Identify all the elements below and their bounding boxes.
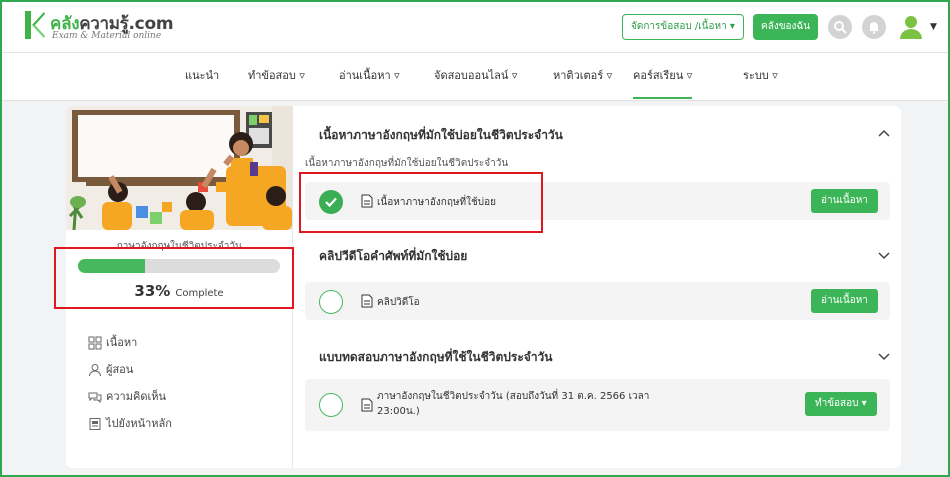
comments-icon <box>88 392 102 404</box>
lesson-label-3-line2: 23:00น.) <box>377 406 420 417</box>
nav-item-find-tutor[interactable]: หาติวเตอร์ ▿ <box>553 53 612 99</box>
course-progress-fill <box>78 259 145 273</box>
lesson-row-1[interactable]: เนื้อหาภาษาอังกฤษที่ใช้บ่อย อ่านเนื้อหา <box>305 182 890 220</box>
course-title: ภาษาอังกฤษในชีวิตประจำวัน <box>116 241 242 252</box>
user-avatar-icon[interactable] <box>898 13 924 39</box>
search-button[interactable] <box>828 15 852 39</box>
side-menu-content[interactable]: เนื้อหา <box>88 335 137 351</box>
top-bar: คลังความรู้.com Exam & Material online จ… <box>2 2 948 53</box>
incomplete-circle-icon <box>319 393 343 417</box>
grid-icon <box>88 336 102 350</box>
read-content-button-2[interactable]: อ่านเนื้อหา <box>811 289 878 313</box>
section-title-3[interactable]: แบบทดสอบภาษาอังกฤษที่ใช้ในชีวิตประจำวัน <box>319 348 553 367</box>
logo-mark-icon <box>25 11 45 39</box>
progress-label: Complete <box>175 288 224 299</box>
side-menu-home-label: ไปยังหน้าหลัก <box>106 417 172 430</box>
home-page-icon <box>89 418 101 430</box>
nav-item-courses[interactable]: คอร์สเรียน ▿ <box>633 53 693 99</box>
section-title-1[interactable]: เนื้อหาภาษาอังกฤษที่มักใช้บ่อยในชีวิตประ… <box>319 126 563 145</box>
main-nav: แนะนำ ทำข้อสอบ ▿ อ่านเนื้อหา ▿ จัดสอบออน… <box>2 53 948 101</box>
lesson-label-2: คลิปวิดีโอ <box>377 297 420 308</box>
course-progress-bar <box>78 259 280 273</box>
side-menu-instructor-label: ผู้สอน <box>106 363 134 376</box>
course-cover-image <box>66 106 292 230</box>
lesson-label-1: เนื้อหาภาษาอังกฤษที่ใช้บ่อย <box>377 197 496 208</box>
search-icon <box>834 21 847 34</box>
progress-summary: 33% Complete <box>66 281 292 300</box>
nav-item-recommend[interactable]: แนะนำ <box>185 53 219 99</box>
side-menu-home[interactable]: ไปยังหน้าหลัก <box>88 416 172 432</box>
side-menu-comments-label: ความคิดเห็น <box>106 390 166 403</box>
side-menu-comments[interactable]: ความคิดเห็น <box>88 389 166 405</box>
nav-item-read-content[interactable]: อ่านเนื้อหา ▿ <box>339 53 400 99</box>
course-content-panel: เนื้อหาภาษาอังกฤษที่มักใช้บ่อยในชีวิตประ… <box>292 106 901 468</box>
chevron-up-icon[interactable] <box>878 128 890 140</box>
progress-percent: 33% <box>134 282 171 300</box>
completed-check-icon <box>319 190 343 214</box>
nav-item-online-exam[interactable]: จัดสอบออนไลน์ ▿ <box>434 53 517 99</box>
side-menu-instructor[interactable]: ผู้สอน <box>88 362 133 378</box>
chevron-down-icon[interactable] <box>878 350 890 362</box>
nav-item-system[interactable]: ระบบ ▿ <box>743 53 778 99</box>
site-logo[interactable]: คลังความรู้.com Exam & Material online <box>24 10 184 46</box>
lesson-label-3: ภาษาอังกฤษในชีวิตประจำวัน (สอบถึงวันที่ … <box>377 389 649 419</box>
section-subtitle-1: เนื้อหาภาษาอังกฤษที่มักใช้บ่อยในชีวิตประ… <box>305 158 509 169</box>
document-icon <box>361 194 373 208</box>
lesson-label-3-line1: ภาษาอังกฤษในชีวิตประจำวัน (สอบถึงวันที่ … <box>377 391 650 402</box>
person-icon <box>89 364 101 377</box>
lesson-row-2[interactable]: คลิปวิดีโอ อ่านเนื้อหา <box>305 282 890 320</box>
incomplete-circle-icon <box>319 290 343 314</box>
section-title-2[interactable]: คลิปวีดีโอคำศัพท์ที่มักใช้บ่อย <box>319 247 467 266</box>
bell-icon <box>869 22 879 34</box>
chevron-down-icon[interactable] <box>878 249 890 261</box>
notification-button[interactable] <box>862 15 886 39</box>
user-menu-caret-icon[interactable]: ▼ <box>930 22 937 32</box>
manage-exam-content-button[interactable]: จัดการข้อสอบ /เนื้อหา ▾ <box>622 14 744 40</box>
side-menu-content-label: เนื้อหา <box>106 336 138 349</box>
course-sidebar: ภาษาอังกฤษในชีวิตประจำวัน 33% Complete เ… <box>66 106 292 468</box>
document-icon <box>361 398 373 412</box>
logo-subtitle: Exam & Material online <box>52 31 162 41</box>
document-icon <box>361 294 373 308</box>
lesson-row-3[interactable]: ภาษาอังกฤษในชีวิตประจำวัน (สอบถึงวันที่ … <box>305 379 890 431</box>
read-content-button-1[interactable]: อ่านเนื้อหา <box>811 189 878 213</box>
my-store-button[interactable]: คลังของฉัน <box>753 14 819 40</box>
take-exam-button[interactable]: ทำข้อสอบ ▾ <box>805 392 877 416</box>
nav-item-take-exam[interactable]: ทำข้อสอบ ▿ <box>248 53 305 99</box>
